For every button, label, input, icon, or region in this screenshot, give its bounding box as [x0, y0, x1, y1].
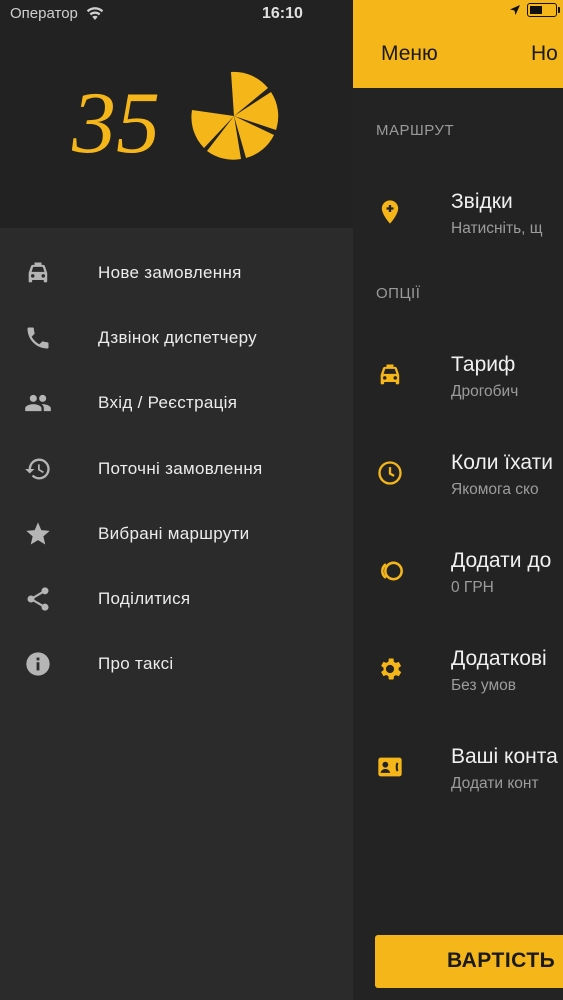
row-when[interactable]: Коли їхати Якомога ско	[353, 443, 563, 503]
drawer-menu: Нове замовлення Дзвінок диспетчеру Вхід …	[0, 240, 353, 697]
carrier-label: Оператор	[10, 5, 78, 22]
row-subtitle: Натисніть, щ	[451, 220, 543, 237]
section-options: ОПЦІЇ	[376, 285, 421, 302]
row-title: Звідки	[451, 190, 513, 213]
row-contacts[interactable]: Ваші конта Додати конт	[353, 737, 563, 797]
contact-icon	[378, 757, 402, 777]
row-subtitle: 0 ГРН	[451, 579, 494, 596]
menu-item-label: Дзвінок диспетчеру	[98, 327, 257, 347]
logo-text: 35	[72, 75, 160, 165]
add-location-icon	[381, 200, 399, 224]
phone-icon	[27, 327, 49, 349]
row-add-to-fare[interactable]: Додати до 0 ГРН	[353, 541, 563, 601]
location-arrow-icon	[510, 5, 520, 15]
get-price-button[interactable]: ВАРТІСТЬ	[375, 935, 563, 988]
navigation-drawer: Оператор 16:10 35 Нове замовлення Дзвіно…	[0, 0, 353, 1000]
drawer-header: Оператор 16:10 35	[0, 0, 353, 228]
menu-item-label: Вхід / Реєстрація	[98, 393, 238, 413]
taxi-icon	[28, 262, 48, 282]
share-icon	[27, 587, 49, 611]
row-tariff[interactable]: Тариф Дрогобич	[353, 345, 563, 405]
menu-item-call-dispatcher[interactable]: Дзвінок диспетчеру	[0, 305, 353, 370]
logo-flower-icon	[191, 71, 279, 160]
price-button-label: ВАРТІСТЬ	[447, 949, 556, 972]
clock-icon	[378, 461, 402, 485]
menu-item-label: Вибрані маршрути	[98, 523, 250, 543]
wifi-icon	[86, 6, 104, 20]
row-subtitle: Якомога ско	[451, 481, 539, 498]
row-subtitle: Дрогобич	[451, 383, 519, 400]
status-bar-right	[509, 3, 560, 17]
menu-item-share[interactable]: Поділитися	[0, 566, 353, 631]
menu-item-about[interactable]: Про таксі	[0, 632, 353, 697]
menu-button[interactable]: Меню	[381, 42, 438, 66]
gear-icon	[381, 658, 402, 680]
menu-item-login-register[interactable]: Вхід / Реєстрація	[0, 371, 353, 436]
screen-title: Но	[531, 42, 558, 65]
top-app-bar: Меню Но	[353, 0, 563, 88]
row-additional[interactable]: Додаткові Без умов	[353, 639, 563, 699]
menu-item-label: Поділитися	[98, 589, 191, 609]
row-title: Ваші конта	[451, 745, 558, 768]
row-title: Додати до	[451, 549, 552, 572]
section-route: МАРШРУТ	[376, 122, 455, 139]
menu-item-current-orders[interactable]: Поточні замовлення	[0, 436, 353, 501]
star-icon	[26, 522, 50, 545]
menu-item-label: Про таксі	[98, 654, 174, 674]
menu-item-favorite-routes[interactable]: Вибрані маршрути	[0, 501, 353, 566]
row-title: Тариф	[451, 353, 516, 376]
history-icon	[25, 458, 50, 480]
row-title: Коли їхати	[451, 451, 553, 474]
taxi-icon	[380, 364, 400, 385]
status-bar-left: Оператор	[10, 5, 104, 22]
main-screen: Меню Но МАРШРУТ Звідки Натисніть, щ ОПЦІ…	[353, 0, 563, 1000]
status-time: 16:10	[262, 5, 303, 22]
battery-icon	[527, 3, 560, 17]
info-icon	[26, 652, 50, 677]
menu-item-new-order[interactable]: Нове замовлення	[0, 240, 353, 305]
people-icon	[25, 395, 51, 412]
app-logo: 35	[71, 70, 287, 172]
row-subtitle: Без умов	[451, 677, 516, 694]
row-title: Додаткові	[451, 647, 547, 670]
row-subtitle: Додати конт	[451, 775, 539, 792]
menu-item-label: Нове замовлення	[98, 262, 242, 282]
row-from[interactable]: Звідки Натисніть, щ	[353, 182, 563, 242]
menu-item-label: Поточні замовлення	[98, 458, 263, 478]
coins-icon	[381, 561, 403, 581]
